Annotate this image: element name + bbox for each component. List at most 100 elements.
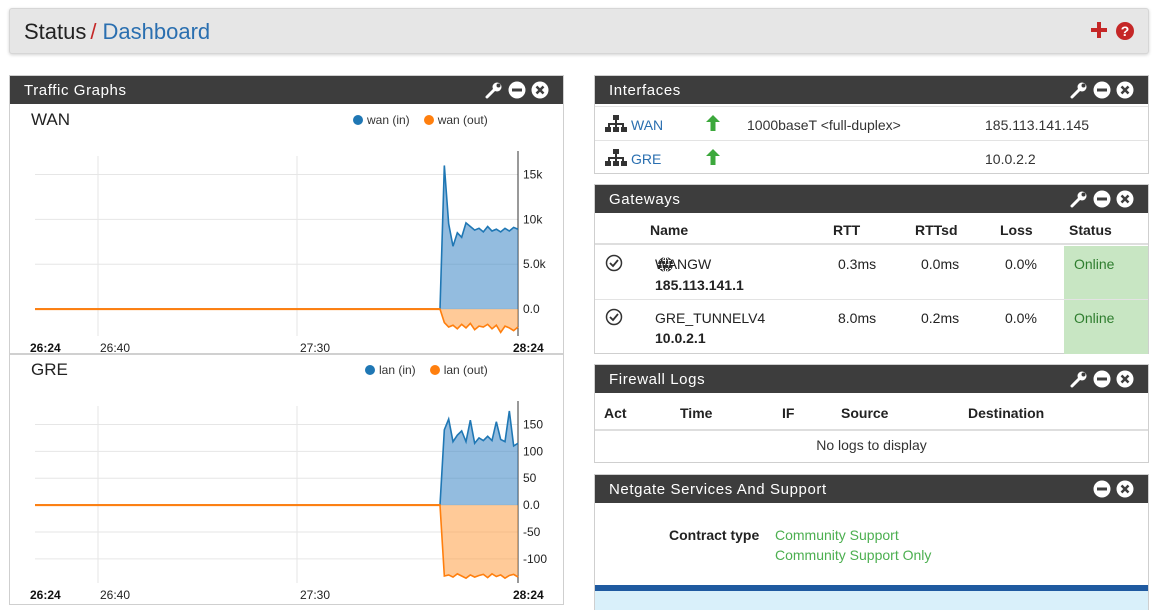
y-tick-label: 150 xyxy=(523,417,543,431)
firewall-logs-panel: Firewall Logs Act Time IF Source Destina… xyxy=(594,364,1149,463)
gateway-loss: 0.0% xyxy=(1005,256,1037,272)
column-header: Act xyxy=(604,405,627,421)
legend-dot-in xyxy=(365,365,375,375)
traffic-graph-gre: 150 100 50 0.0 -50 -100 26:24 26:40 27:30 28:24 xyxy=(30,401,547,602)
contract-type-value: Community Support xyxy=(775,527,899,543)
status-badge: Online xyxy=(1064,246,1148,299)
interface-name-link[interactable]: WAN xyxy=(631,117,663,133)
netgate-support-panel: Netgate Services And Support Contract ty… xyxy=(594,474,1149,610)
y-tick-label: 0.0 xyxy=(523,498,540,512)
column-header: Destination xyxy=(968,405,1045,421)
interface-media: 1000baseT <full-duplex> xyxy=(747,117,901,133)
column-header: Source xyxy=(841,405,889,421)
netgate-header: Netgate Services And Support xyxy=(595,475,1148,503)
graph-title-gre: GRE xyxy=(31,360,68,379)
question-circle-icon[interactable]: ? xyxy=(1116,22,1134,40)
firewall-table-header: Act Time IF Source Destination xyxy=(595,393,1148,431)
x-tick-label: 26:40 xyxy=(100,588,130,602)
empty-message: No logs to display xyxy=(816,437,927,453)
panel-title: Firewall Logs xyxy=(609,371,706,388)
y-tick-label: 50 xyxy=(523,471,537,485)
support-banner xyxy=(595,591,1148,610)
plus-icon[interactable] xyxy=(1090,20,1108,40)
column-header: Status xyxy=(1069,222,1112,238)
graph-divider xyxy=(10,353,563,355)
arrow-up-icon xyxy=(705,114,721,135)
gateway-address: 10.0.2.1 xyxy=(655,330,706,346)
legend-item-in[interactable]: lan (in) xyxy=(365,363,416,377)
gateway-rtt: 8.0ms xyxy=(838,310,877,326)
close-circle-icon[interactable] xyxy=(1116,370,1134,388)
column-header: RTT xyxy=(833,222,861,238)
column-header: Time xyxy=(680,405,713,421)
legend-item-in[interactable]: wan (in) xyxy=(353,113,410,127)
minus-circle-icon[interactable] xyxy=(508,81,526,99)
gateway-address: 185.113.141.1 xyxy=(655,277,744,293)
gateway-loss: 0.0% xyxy=(1005,310,1037,326)
panel-title: Gateways xyxy=(609,191,681,208)
legend-dot-out xyxy=(423,115,434,125)
column-header: IF xyxy=(782,405,795,421)
wrench-icon[interactable] xyxy=(1070,190,1088,208)
table-row: WANGW 185.113.141.1 0.3ms 0.0ms 0.0% Onl… xyxy=(595,246,1148,300)
arrow-up-icon xyxy=(705,148,721,169)
wrench-icon[interactable] xyxy=(485,81,503,99)
minus-circle-icon[interactable] xyxy=(1093,370,1111,388)
x-tick-label: 26:24 xyxy=(30,588,61,602)
sitemap-icon xyxy=(605,149,627,170)
x-tick-label: 27:30 xyxy=(300,588,330,602)
dashboard-page: Status/Dashboard ? Traffic Graphs WAN xyxy=(0,0,1162,610)
graph-legend-gre: lan (in) lan (out) xyxy=(365,363,488,377)
minus-circle-icon[interactable] xyxy=(1093,190,1111,208)
panel-title: Traffic Graphs xyxy=(24,82,127,99)
wrench-icon[interactable] xyxy=(1070,81,1088,99)
y-tick-label: -50 xyxy=(523,525,541,539)
y-tick-label: 10k xyxy=(523,212,543,226)
check-circle-icon xyxy=(605,254,623,275)
legend-item-out[interactable]: lan (out) xyxy=(429,363,488,377)
minus-circle-icon[interactable] xyxy=(1093,480,1111,498)
breadcrumb-separator: / xyxy=(90,19,97,44)
graph-legend-wan: wan (in) wan (out) xyxy=(353,113,488,127)
panel-title: Netgate Services And Support xyxy=(609,481,827,498)
interfaces-panel: Interfaces WAN 1000baseT <full-duplex> 1… xyxy=(594,75,1149,174)
legend-dot-out xyxy=(429,365,440,375)
status-badge: Online xyxy=(1064,300,1148,354)
series-out-area xyxy=(35,505,518,579)
close-circle-icon[interactable] xyxy=(1116,81,1134,99)
gateways-header: Gateways xyxy=(595,185,1148,213)
traffic-graphs-panel: Traffic Graphs WAN wan (in) wan (out) 15… xyxy=(9,75,564,605)
legend-item-out[interactable]: wan (out) xyxy=(423,113,488,127)
interface-ip: 10.0.2.2 xyxy=(985,151,1036,167)
gateway-rttsd: 0.0ms xyxy=(921,256,960,272)
breadcrumb-current[interactable]: Dashboard xyxy=(103,19,211,44)
x-tick-label: 28:24 xyxy=(513,588,544,602)
table-row: GRE_TUNNELV4 10.0.2.1 8.0ms 0.2ms 0.0% O… xyxy=(595,300,1148,354)
y-tick-label: 15k xyxy=(523,167,543,181)
column-header: RTTsd xyxy=(915,222,958,238)
gateway-name: GRE_TUNNELV4 xyxy=(655,310,766,326)
gateway-rttsd: 0.2ms xyxy=(921,310,960,326)
interface-name-link[interactable]: GRE xyxy=(631,151,661,167)
traffic-graphs-header: Traffic Graphs xyxy=(10,76,563,104)
panel-title: Interfaces xyxy=(609,82,681,99)
wrench-icon[interactable] xyxy=(1070,370,1088,388)
interface-ip: 185.113.141.145 xyxy=(985,117,1090,133)
gateways-table-header: Name RTT RTTsd Loss Status xyxy=(595,213,1148,245)
breadcrumb-root[interactable]: Status xyxy=(24,19,86,44)
close-circle-icon[interactable] xyxy=(1116,190,1134,208)
close-circle-icon[interactable] xyxy=(531,81,549,99)
gateways-panel: Gateways Name RTT RTTsd Loss Status WANG… xyxy=(594,184,1149,354)
interface-row: WAN 1000baseT <full-duplex> 185.113.141.… xyxy=(595,106,1148,140)
contract-type-detail: Community Support Only xyxy=(775,547,932,563)
interfaces-header: Interfaces xyxy=(595,76,1148,104)
minus-circle-icon[interactable] xyxy=(1093,81,1111,99)
traffic-graph-wan: 15k10k5.0k0.026:24 26:40 27:30 28:24 xyxy=(30,151,547,355)
y-tick-label: 100 xyxy=(523,444,543,458)
column-header: Name xyxy=(650,222,689,238)
legend-dot-in xyxy=(353,115,363,125)
graph-title-wan: WAN xyxy=(31,110,71,129)
y-tick-label: -100 xyxy=(523,552,547,566)
gateway-name: WANGW xyxy=(655,256,712,273)
close-circle-icon[interactable] xyxy=(1116,480,1134,498)
